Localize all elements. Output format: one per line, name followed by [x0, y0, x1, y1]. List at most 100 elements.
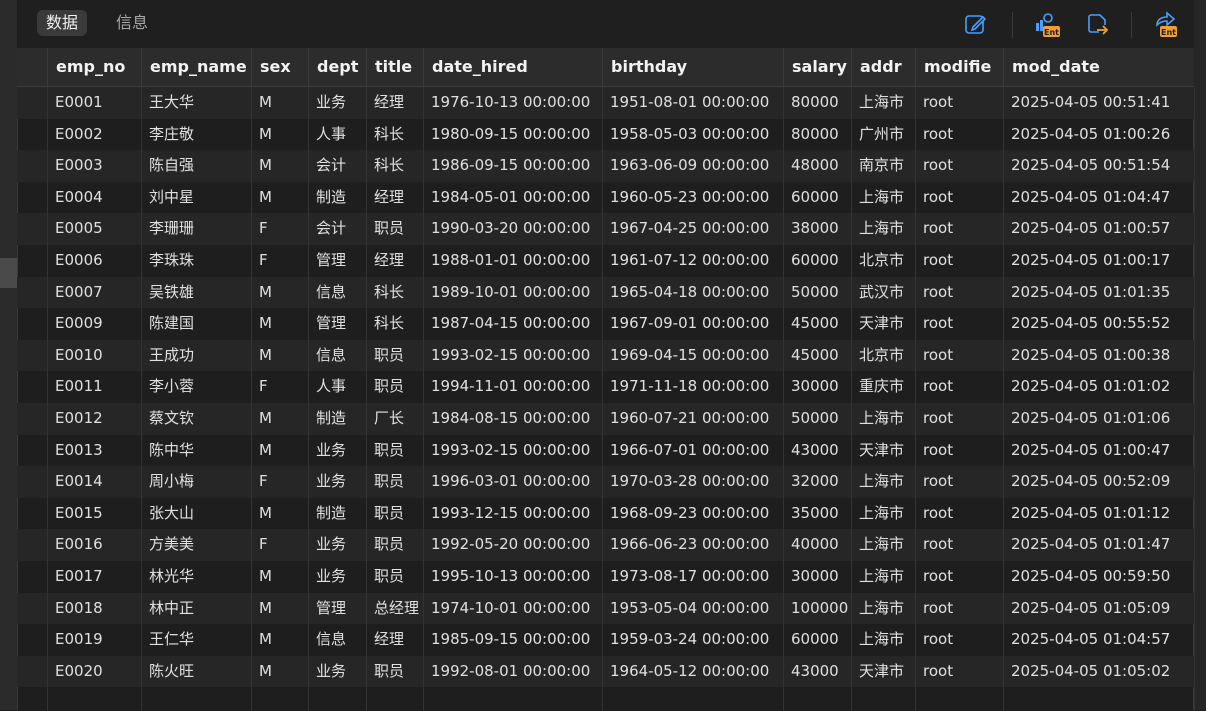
cell-mod-date[interactable]: 2025-04-05 01:00:38 [1003, 340, 1194, 372]
cell-modifie[interactable]: root [915, 340, 1003, 372]
cell-addr[interactable]: 南京市 [851, 150, 915, 182]
cell-title[interactable]: 职员 [366, 435, 423, 467]
cell-date-hired[interactable]: 1987-04-15 00:00:00 [423, 308, 602, 340]
cell-birthday[interactable]: 1966-07-01 00:00:00 [602, 435, 783, 467]
cell-sex[interactable]: M [251, 624, 308, 656]
cell-salary[interactable]: 80000 [783, 119, 851, 151]
table-row[interactable]: E0014 周小梅 F 业务 职员 1996-03-01 00:00:00 1970-03-… [17, 466, 1194, 498]
cell-mod-date[interactable]: 2025-04-05 01:01:06 [1003, 403, 1194, 435]
cell-date-hired[interactable]: 1992-05-20 00:00:00 [423, 529, 602, 561]
cell-emp-name[interactable]: 李珠珠 [141, 245, 251, 277]
cell-modifie[interactable]: root [915, 150, 1003, 182]
cell-addr[interactable]: 上海市 [851, 529, 915, 561]
cell-mod-date[interactable]: 2025-04-05 01:05:09 [1003, 593, 1194, 625]
user-ent-icon[interactable]: Ent [1033, 11, 1060, 37]
cell-modifie[interactable]: root [915, 624, 1003, 656]
cell-salary[interactable]: 38000 [783, 213, 851, 245]
cell-birthday[interactable]: 1968-09-23 00:00:00 [602, 498, 783, 530]
cell-dept[interactable]: 业务 [308, 87, 366, 119]
table-row[interactable]: E0015 张大山 M 制造 职员 1993-12-15 00:00:00 1968-09-… [17, 498, 1194, 530]
table-row[interactable]: E0007 吴铁雄 M 信息 科长 1989-10-01 00:00:00 1965-04-… [17, 276, 1194, 309]
cell-mod-date[interactable]: 2025-04-05 01:04:47 [1003, 182, 1194, 214]
table-row[interactable]: E0006 李珠珠 F 管理 经理 1988-01-01 00:00:00 1961-07-… [17, 245, 1194, 277]
cell-mod-date[interactable]: 2025-04-05 01:01:35 [1003, 277, 1194, 309]
tab-data[interactable]: 数据 [37, 10, 88, 36]
cell-salary[interactable]: 43000 [783, 656, 851, 688]
cell-birthday[interactable]: 1973-08-17 00:00:00 [602, 561, 783, 593]
cell-emp-name[interactable]: 刘中星 [141, 182, 251, 214]
cell-addr[interactable]: 北京市 [851, 245, 915, 277]
cell-mod-date[interactable]: 2025-04-05 01:00:47 [1003, 435, 1194, 467]
cell-emp-name[interactable]: 陈自强 [141, 150, 251, 182]
column-header-emp-no[interactable]: emp_no [47, 48, 141, 86]
cell-emp-no[interactable]: E0020 [47, 656, 141, 688]
cell-title[interactable]: 职员 [366, 213, 423, 245]
cell-emp-no[interactable]: E0017 [47, 561, 141, 593]
cell-title[interactable]: 科长 [366, 119, 423, 151]
cell-salary[interactable]: 60000 [783, 245, 851, 277]
cell-dept[interactable]: 管理 [308, 593, 366, 625]
column-header-title[interactable]: title [366, 48, 423, 86]
cell-addr[interactable]: 上海市 [851, 182, 915, 214]
cell-date-hired[interactable]: 1986-09-15 00:00:00 [423, 150, 602, 182]
table-row[interactable]: E0011 李小蓉 F 人事 职员 1994-11-01 00:00:00 1971-11-… [17, 371, 1194, 403]
cell-modifie[interactable]: root [915, 593, 1003, 625]
cell-dept[interactable]: 业务 [308, 561, 366, 593]
cell-modifie[interactable]: root [915, 529, 1003, 561]
cell-dept[interactable]: 管理 [308, 308, 366, 340]
cell-emp-name[interactable]: 王大华 [141, 87, 251, 119]
cell-mod-date[interactable]: 2025-04-05 01:01:47 [1003, 529, 1194, 561]
cell-date-hired[interactable]: 1993-02-15 00:00:00 [423, 435, 602, 467]
cell-dept[interactable]: 会计 [308, 150, 366, 182]
cell-salary[interactable]: 32000 [783, 466, 851, 498]
cell-dept[interactable]: 人事 [308, 119, 366, 151]
column-header-sex[interactable]: sex [251, 48, 308, 86]
table-row[interactable]: E0012 蔡文钦 M 制造 厂长 1984-08-15 00:00:00 1960-07-… [17, 402, 1194, 435]
share-ent-icon[interactable]: Ent [1151, 11, 1177, 37]
cell-emp-name[interactable]: 李庄敬 [141, 119, 251, 151]
cell-salary[interactable]: 60000 [783, 182, 851, 214]
cell-modifie[interactable]: root [915, 245, 1003, 277]
cell-emp-no[interactable]: E0019 [47, 624, 141, 656]
cell-title[interactable]: 职员 [366, 561, 423, 593]
column-header-addr[interactable]: addr [851, 48, 915, 86]
cell-addr[interactable]: 天津市 [851, 308, 915, 340]
cell-sex[interactable]: F [251, 529, 308, 561]
cell-dept[interactable]: 制造 [308, 182, 366, 214]
cell-sex[interactable]: M [251, 561, 308, 593]
cell-dept[interactable]: 业务 [308, 466, 366, 498]
cell-emp-name[interactable]: 林中正 [141, 593, 251, 625]
cell-mod-date[interactable]: 2025-04-05 01:01:12 [1003, 498, 1194, 530]
cell-title[interactable]: 职员 [366, 371, 423, 403]
column-header-modifie[interactable]: modifie [915, 48, 1003, 86]
cell-dept[interactable]: 信息 [308, 624, 366, 656]
cell-sex[interactable]: M [251, 308, 308, 340]
table-row[interactable]: E0013 陈中华 M 业务 职员 1993-02-15 00:00:00 1966-07-… [17, 435, 1194, 467]
cell-salary[interactable]: 50000 [783, 403, 851, 435]
cell-birthday[interactable]: 1953-05-04 00:00:00 [602, 593, 783, 625]
cell-emp-no[interactable]: E0013 [47, 435, 141, 467]
cell-sex[interactable]: M [251, 150, 308, 182]
cell-birthday[interactable]: 1961-07-12 00:00:00 [602, 245, 783, 277]
cell-date-hired[interactable]: 1984-08-15 00:00:00 [423, 403, 602, 435]
table-row[interactable]: E0019 王仁华 M 信息 经理 1985-09-15 00:00:00 1959-03-… [17, 624, 1194, 656]
cell-dept[interactable]: 制造 [308, 498, 366, 530]
cell-date-hired[interactable]: 1994-11-01 00:00:00 [423, 371, 602, 403]
table-row[interactable]: E0004 刘中星 M 制造 经理 1984-05-01 00:00:00 1960-05-… [17, 182, 1194, 214]
cell-emp-no[interactable]: E0001 [47, 87, 141, 119]
cell-emp-name[interactable]: 周小梅 [141, 466, 251, 498]
table-row[interactable]: E0010 王成功 M 信息 职员 1993-02-15 00:00:00 1969-04-… [17, 339, 1194, 372]
cell-emp-no[interactable]: E0012 [47, 403, 141, 435]
cell-dept[interactable]: 会计 [308, 213, 366, 245]
cell-date-hired[interactable]: 1993-12-15 00:00:00 [423, 498, 602, 530]
cell-modifie[interactable]: root [915, 466, 1003, 498]
cell-emp-name[interactable]: 方美美 [141, 529, 251, 561]
cell-addr[interactable]: 上海市 [851, 593, 915, 625]
cell-addr[interactable]: 广州市 [851, 119, 915, 151]
table-row[interactable]: E0016 方美美 F 业务 职员 1992-05-20 00:00:00 1966-06-… [17, 529, 1194, 561]
cell-mod-date[interactable]: 2025-04-05 01:00:17 [1003, 245, 1194, 277]
cell-title[interactable]: 科长 [366, 308, 423, 340]
cell-title[interactable]: 职员 [366, 656, 423, 688]
export-icon[interactable] [1085, 11, 1111, 37]
cell-salary[interactable]: 45000 [783, 308, 851, 340]
